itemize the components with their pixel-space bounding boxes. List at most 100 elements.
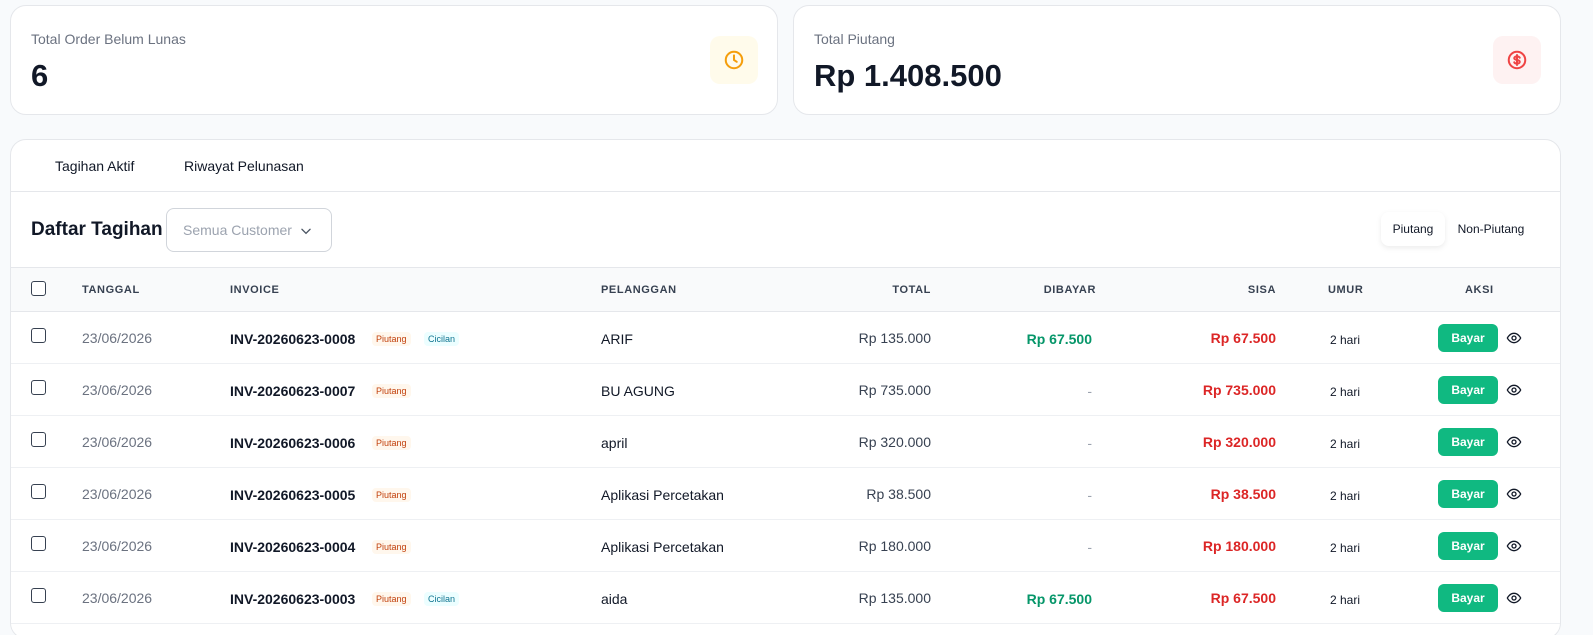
chevron-down-icon: [301, 228, 311, 235]
table-row: 23/06/2026 INV-20260623-0007 Piutang BU AGU…: [11, 364, 1560, 416]
table-row: 23/06/2026 INV-20260623-0003 Piutang Cicila…: [11, 572, 1560, 624]
cell-customer: april: [601, 435, 628, 451]
col-invoice: INVOICE: [230, 284, 280, 296]
cell-paid: -: [1087, 383, 1092, 399]
row-checkbox[interactable]: [31, 588, 46, 603]
cell-total: Rp 320.000: [858, 434, 931, 450]
table-header: TANGGAL INVOICE PELANGGAN TOTAL DIBAYAR …: [11, 267, 1560, 312]
cell-customer: BU AGUNG: [601, 383, 675, 399]
badge-piutang: Piutang: [372, 540, 411, 554]
stat-card-total-receivable: Total Piutang Rp 1.408.500: [793, 5, 1561, 115]
cell-age: 2 hari: [1330, 437, 1361, 451]
cell-remaining: Rp 67.500: [1210, 590, 1276, 606]
customer-select[interactable]: Semua Customer: [166, 208, 332, 252]
pay-button[interactable]: Bayar: [1438, 480, 1498, 508]
cell-date: 23/06/2026: [82, 538, 153, 554]
cell-paid: Rp 67.500: [1026, 591, 1092, 607]
filter-piutang[interactable]: Piutang: [1381, 212, 1445, 246]
eye-icon[interactable]: [1506, 538, 1522, 554]
table-row: 23/06/2026 INV-20260623-0004 Piutang Aplika…: [11, 520, 1560, 572]
pay-button[interactable]: Bayar: [1438, 324, 1498, 352]
cell-paid: -: [1087, 539, 1092, 555]
col-date: TANGGAL: [82, 284, 140, 296]
cell-remaining: Rp 180.000: [1202, 538, 1276, 554]
cell-invoice: INV-20260623-0003: [230, 591, 356, 607]
eye-icon[interactable]: [1506, 330, 1522, 346]
badge-piutang: Piutang: [372, 592, 411, 606]
cell-remaining: Rp 67.500: [1210, 330, 1276, 346]
tab-bar: Tagihan Aktif Riwayat Pelunasan: [11, 140, 1560, 192]
cell-invoice: INV-20260623-0007: [230, 383, 356, 399]
cell-paid: Rp 67.500: [1026, 331, 1092, 347]
stat-value: 6: [31, 58, 49, 93]
cell-paid: -: [1087, 487, 1092, 503]
pay-button[interactable]: Bayar: [1438, 532, 1498, 560]
cell-age: 2 hari: [1330, 489, 1361, 503]
cell-date: 23/06/2026: [82, 590, 153, 606]
cell-age: 2 hari: [1330, 333, 1361, 347]
cell-invoice: INV-20260623-0004: [230, 539, 356, 555]
row-checkbox[interactable]: [31, 380, 46, 395]
cell-age: 2 hari: [1330, 541, 1361, 555]
cell-remaining: Rp 735.000: [1202, 382, 1276, 398]
cell-age: 2 hari: [1330, 385, 1361, 399]
table-row: 23/06/2026 INV-20260623-0005 Piutang Aplika…: [11, 468, 1560, 520]
eye-icon[interactable]: [1506, 590, 1522, 606]
stat-card-unpaid-orders: Total Order Belum Lunas 6: [10, 5, 778, 115]
row-checkbox[interactable]: [31, 484, 46, 499]
stat-label: Total Order Belum Lunas: [31, 31, 186, 47]
row-checkbox[interactable]: [31, 328, 46, 343]
badge-piutang: Piutang: [372, 384, 411, 398]
customer-select-value: Semua Customer: [183, 222, 292, 238]
badge-cicilan: Cicilan: [424, 592, 460, 606]
tab-active-bills[interactable]: Tagihan Aktif: [55, 158, 134, 174]
cell-invoice: INV-20260623-0005: [230, 487, 356, 503]
col-remaining: SISA: [1247, 284, 1276, 296]
eye-icon[interactable]: [1506, 382, 1522, 398]
table-row: 23/06/2026 INV-20260623-0006 Piutang april R…: [11, 416, 1560, 468]
select-all-checkbox[interactable]: [31, 281, 46, 296]
cell-customer: Aplikasi Percetakan: [601, 539, 724, 555]
badge-piutang: Piutang: [372, 332, 411, 346]
badge-piutang: Piutang: [372, 436, 411, 450]
cell-age: 2 hari: [1330, 593, 1361, 607]
eye-icon[interactable]: [1506, 434, 1522, 450]
cell-customer: Aplikasi Percetakan: [601, 487, 724, 503]
stat-value: Rp 1.408.500: [814, 58, 1002, 93]
cell-total: Rp 135.000: [858, 330, 931, 346]
cell-remaining: Rp 320.000: [1202, 434, 1276, 450]
filter-non-piutang[interactable]: Non-Piutang: [1449, 212, 1533, 246]
invoice-panel: Tagihan Aktif Riwayat Pelunasan Daftar T…: [10, 139, 1561, 635]
stat-label: Total Piutang: [814, 31, 895, 47]
col-customer: PELANGGAN: [601, 284, 677, 296]
col-action: AKSI: [1465, 284, 1494, 296]
cell-total: Rp 180.000: [858, 538, 931, 554]
clock-icon: [710, 36, 758, 84]
cell-paid: -: [1087, 435, 1092, 451]
col-paid: DIBAYAR: [1043, 284, 1096, 296]
cell-date: 23/06/2026: [82, 434, 153, 450]
tab-payment-history[interactable]: Riwayat Pelunasan: [184, 158, 304, 174]
table-row: 23/06/2026 INV-20260623-0008 Piutang Cicila…: [11, 312, 1560, 364]
dollar-circle-icon: [1493, 36, 1541, 84]
badge-piutang: Piutang: [372, 488, 411, 502]
col-total: TOTAL: [892, 284, 931, 296]
eye-icon[interactable]: [1506, 486, 1522, 502]
cell-date: 23/06/2026: [82, 382, 153, 398]
cell-date: 23/06/2026: [82, 486, 153, 502]
pay-button[interactable]: Bayar: [1438, 376, 1498, 404]
pay-button[interactable]: Bayar: [1438, 584, 1498, 612]
cell-total: Rp 38.500: [866, 486, 931, 502]
cell-customer: aida: [601, 591, 628, 607]
cell-date: 23/06/2026: [82, 330, 153, 346]
page-title: Daftar Tagihan: [31, 219, 163, 240]
pay-button[interactable]: Bayar: [1438, 428, 1498, 456]
row-checkbox[interactable]: [31, 536, 46, 551]
col-age: UMUR: [1328, 284, 1364, 296]
cell-total: Rp 735.000: [858, 382, 931, 398]
cell-invoice: INV-20260623-0006: [230, 435, 356, 451]
row-checkbox[interactable]: [31, 432, 46, 447]
cell-total: Rp 135.000: [858, 590, 931, 606]
badge-cicilan: Cicilan: [424, 332, 460, 346]
cell-remaining: Rp 38.500: [1210, 486, 1276, 502]
